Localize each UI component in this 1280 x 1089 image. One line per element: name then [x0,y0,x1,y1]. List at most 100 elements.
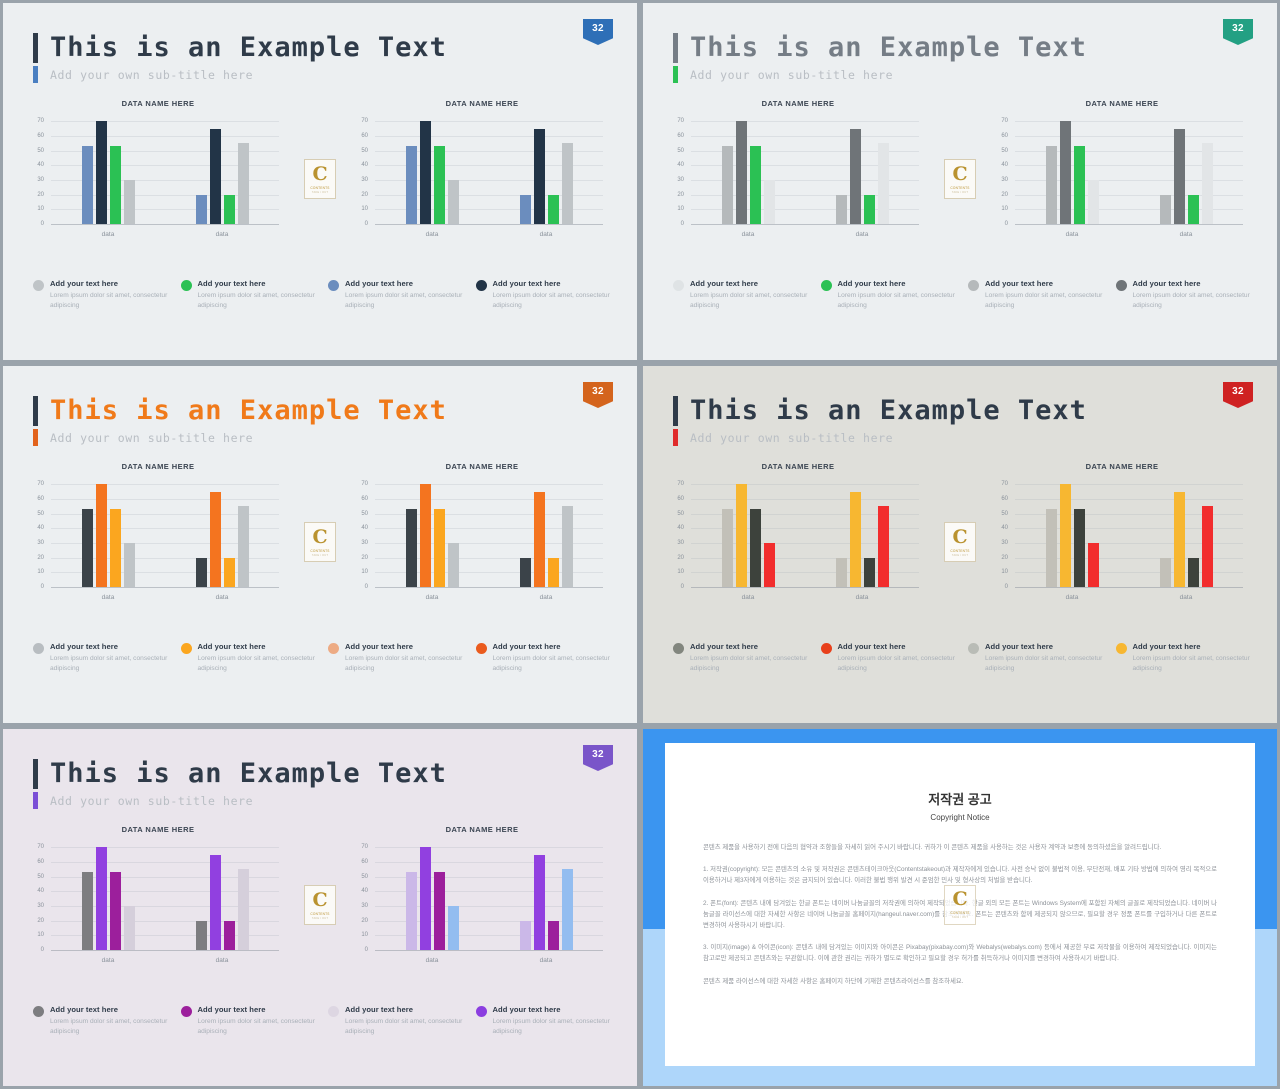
bar [533,128,545,224]
legend-item[interactable]: Add your text here Lorem ipsum dolor sit … [820,642,959,674]
x-axis-label: data [741,230,755,238]
copyright-title: 저작권 공고 [928,792,992,807]
legend-item[interactable]: Add your text here Lorem ipsum dolor sit … [968,642,1106,674]
y-tick-label: 0 [1004,221,1008,227]
legend-item[interactable]: Add your text here Lorem ipsum dolor sit … [33,279,171,311]
legend-item[interactable]: Add your text here Lorem ipsum dolor sit … [820,279,959,311]
x-axis-label: data [215,593,229,601]
bar-chart: DATA NAME HERE 0 10 20 30 40 50 60 70 data data [23,825,293,985]
legend-item[interactable]: Add your text here Lorem ipsum dolor sit … [328,279,466,311]
y-tick-label: 10 [37,206,44,213]
page-title: This is an Example Text [690,32,1087,63]
legend-item[interactable]: Add your text here Lorem ipsum dolor sit … [1115,642,1254,674]
x-axis-labels: data data [375,589,603,605]
bar [419,484,431,587]
bar [1073,146,1085,224]
legend-color-dot [475,280,487,291]
logo-brand-name: CONTENTS [950,548,970,553]
legend-item[interactable]: Add your text here Lorem ipsum dolor sit … [180,279,319,311]
legend-item[interactable]: Add your text here Lorem ipsum dolor sit … [475,1005,614,1037]
legend-item[interactable]: Add your text here Lorem ipsum dolor sit … [475,279,614,311]
legend-item[interactable]: Add your text here Lorem ipsum dolor sit … [33,1005,171,1037]
bar-container [51,840,279,950]
plot-area: 0 10 20 30 40 50 60 70 data data [37,477,279,605]
title-accent-bar [673,33,678,63]
y-tick-label: 40 [1001,162,1008,169]
x-axis-line [1015,587,1243,588]
bar [1059,484,1071,587]
logo-brand-tagline: TAKE / OUT [951,553,969,557]
legend-item-title: Add your text here [50,279,118,288]
subtitle-row: Add your own sub-title here [673,66,1087,83]
plot-area: 0 10 20 30 40 50 60 70 data data [677,114,919,242]
bar [519,557,531,587]
legend-item[interactable]: Add your text here Lorem ipsum dolor sit … [673,642,811,674]
legend-text: Add your text here Lorem ipsum dolor sit … [985,279,1106,311]
bar-group [195,840,249,950]
x-axis-label: data [741,593,755,601]
legend-text: Add your text here Lorem ipsum dolor sit … [198,279,319,311]
brand-logo-watermark: C CONTENTS TAKE / OUT [304,522,336,562]
plot-area: 0 10 20 30 40 50 60 70 data data [1001,477,1243,605]
legend-item[interactable]: Add your text here Lorem ipsum dolor sit … [328,642,466,674]
legend-item-title: Add your text here [492,1005,561,1014]
y-tick-label: 10 [37,569,44,576]
legend-text: Add your text here Lorem ipsum dolor sit … [345,1005,466,1037]
bar [223,557,235,587]
bar-container [375,840,603,950]
y-tick-label: 10 [1001,206,1008,213]
bar [209,854,221,950]
legend-item[interactable]: Add your text here Lorem ipsum dolor sit … [33,642,171,674]
title-accent-bar [33,396,38,426]
bar [123,543,135,587]
bar-chart: DATA NAME HERE 0 10 20 30 40 50 60 70 data data [23,99,293,259]
logo-letter-c: C [312,162,328,185]
x-axis-line [1015,224,1243,225]
bar [849,491,861,587]
legend-item[interactable]: Add your text here Lorem ipsum dolor sit … [1115,279,1254,311]
legend-text: Add your text here Lorem ipsum dolor sit … [985,642,1106,674]
legend-text: Add your text here Lorem ipsum dolor sit … [345,642,466,674]
legend-item[interactable]: Add your text here Lorem ipsum dolor sit … [673,279,811,311]
copyright-card: 저작권 공고 Copyright Notice 콘텐츠 제품을 사용하기 전에 다음… [665,743,1255,1066]
legend-text: Add your text here Lorem ipsum dolor sit … [690,279,811,311]
y-tick-label: 60 [361,496,368,502]
y-tick-label: 40 [37,888,44,895]
legend-item-title: Add your text here [345,642,413,651]
legend-text: Add your text here Lorem ipsum dolor sit … [50,279,171,311]
bar [1173,491,1185,587]
logo-separator: C CONTENTS TAKE / OUT [293,99,347,259]
legend-color-dot [968,280,979,291]
legend-item[interactable]: Add your text here Lorem ipsum dolor sit … [180,1005,319,1037]
y-tick-label: 30 [361,903,368,909]
y-tick-label: 60 [37,859,44,865]
brand-logo-watermark: C CONTENTS TAKE / OUT [944,159,976,199]
bar-group [405,840,459,950]
y-tick-label: 0 [40,221,44,227]
legend-color-dot [968,643,979,654]
y-tick-label: 50 [37,510,44,517]
title-block: This is an Example Text Add your own sub-… [673,33,1087,83]
legend-item[interactable]: Add your text here Lorem ipsum dolor sit … [968,279,1106,311]
legend-color-dot [180,643,192,654]
plot-area: 0 10 20 30 40 50 60 70 data data [361,477,603,605]
slide-number-badge: 32 [583,745,613,771]
bar [81,509,93,587]
legend-item-description: Lorem ipsum dolor sit amet, consectetur … [985,654,1103,673]
bar [405,509,417,587]
charts-row: DATA NAME HERE 0 10 20 30 40 50 60 70 data data C CO… [23,825,617,985]
bar [1087,180,1099,224]
legend-item[interactable]: Add your text here Lorem ipsum dolor sit … [475,642,614,674]
bar [763,180,775,224]
legend-item-title: Add your text here [690,642,758,651]
y-tick-label: 30 [361,540,368,546]
y-tick-label: 50 [677,510,684,517]
subtitle-accent-bar [33,66,38,83]
bar [547,557,559,587]
y-axis: 0 10 20 30 40 50 60 70 [25,477,47,590]
legend-item[interactable]: Add your text here Lorem ipsum dolor sit … [328,1005,466,1037]
legend-item-description: Lorem ipsum dolor sit amet, consectetur … [50,1017,168,1036]
title-row: This is an Example Text [673,396,1087,426]
bar [877,506,889,587]
legend-item[interactable]: Add your text here Lorem ipsum dolor sit … [180,642,319,674]
